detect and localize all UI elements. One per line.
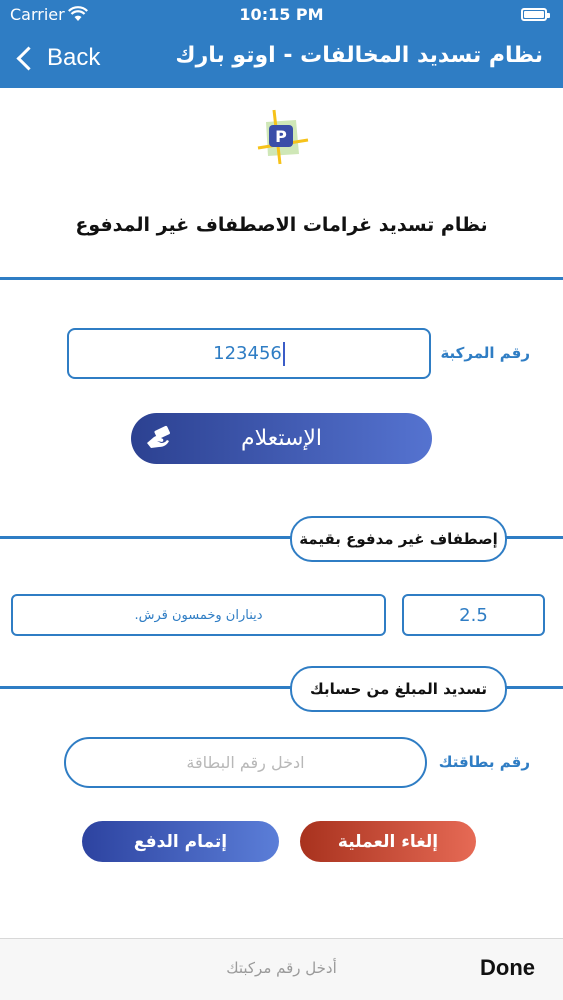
- done-button[interactable]: Done: [480, 955, 535, 981]
- unpaid-section-header: إصطفاف غير مدفوع بقيمة: [290, 516, 507, 562]
- card-number-input[interactable]: ادخل رقم البطاقة: [64, 737, 427, 788]
- complete-payment-label: إتمام الدفع: [133, 831, 228, 852]
- divider: [0, 277, 563, 280]
- vehicle-number-label: رقم المركبة: [440, 344, 530, 362]
- unpaid-section-label: إصطفاف غير مدفوع بقيمة: [299, 530, 498, 548]
- clock: 10:15 PM: [239, 5, 324, 24]
- amount-value: 2.5: [459, 604, 488, 626]
- amount-text-field: ديناران وخمسون قرش.: [11, 594, 386, 636]
- keyboard-accessory-bar: أدخل رقم مركبتك Done: [0, 938, 563, 1000]
- vehicle-number-value: 123456: [213, 343, 282, 364]
- chevron-left-icon: [16, 45, 41, 71]
- amount-value-field: 2.5: [402, 594, 545, 636]
- parking-logo-icon: P: [257, 109, 309, 165]
- back-label: Back: [47, 44, 101, 71]
- vehicle-input-hint: أدخل رقم مركبتك: [226, 959, 337, 977]
- back-button[interactable]: Back: [14, 40, 100, 76]
- logo-letter: P: [275, 127, 287, 146]
- status-bar: Carrier 10:15 PM: [0, 0, 563, 30]
- page-title: نظام تسديد غرامات الاصطفاف غير المدفوع: [75, 214, 488, 236]
- nav-title: نظام تسديد المخالفات - اوتو بارك: [175, 43, 543, 68]
- inquiry-label: الإستعلام: [240, 426, 323, 451]
- vehicle-number-input[interactable]: 123456: [67, 328, 431, 379]
- payment-section-label: تسديد المبلغ من حسابك: [310, 680, 487, 698]
- card-number-placeholder: ادخل رقم البطاقة: [186, 753, 305, 772]
- inquiry-button[interactable]: الإستعلام: [131, 413, 432, 464]
- cancel-operation-button[interactable]: إلغاء العملية: [300, 821, 476, 862]
- battery-icon: [521, 8, 550, 21]
- nav-bar: Back نظام تسديد المخالفات - اوتو بارك: [0, 30, 563, 88]
- complete-payment-button[interactable]: إتمام الدفع: [82, 821, 279, 862]
- card-number-label: رقم بطاقتك: [438, 753, 530, 771]
- text-cursor: [282, 341, 285, 366]
- amount-text: ديناران وخمسون قرش.: [134, 607, 263, 623]
- cancel-operation-label: إلغاء العملية: [337, 831, 439, 852]
- hand-card-icon: [147, 425, 170, 448]
- payment-section-header: تسديد المبلغ من حسابك: [290, 666, 507, 712]
